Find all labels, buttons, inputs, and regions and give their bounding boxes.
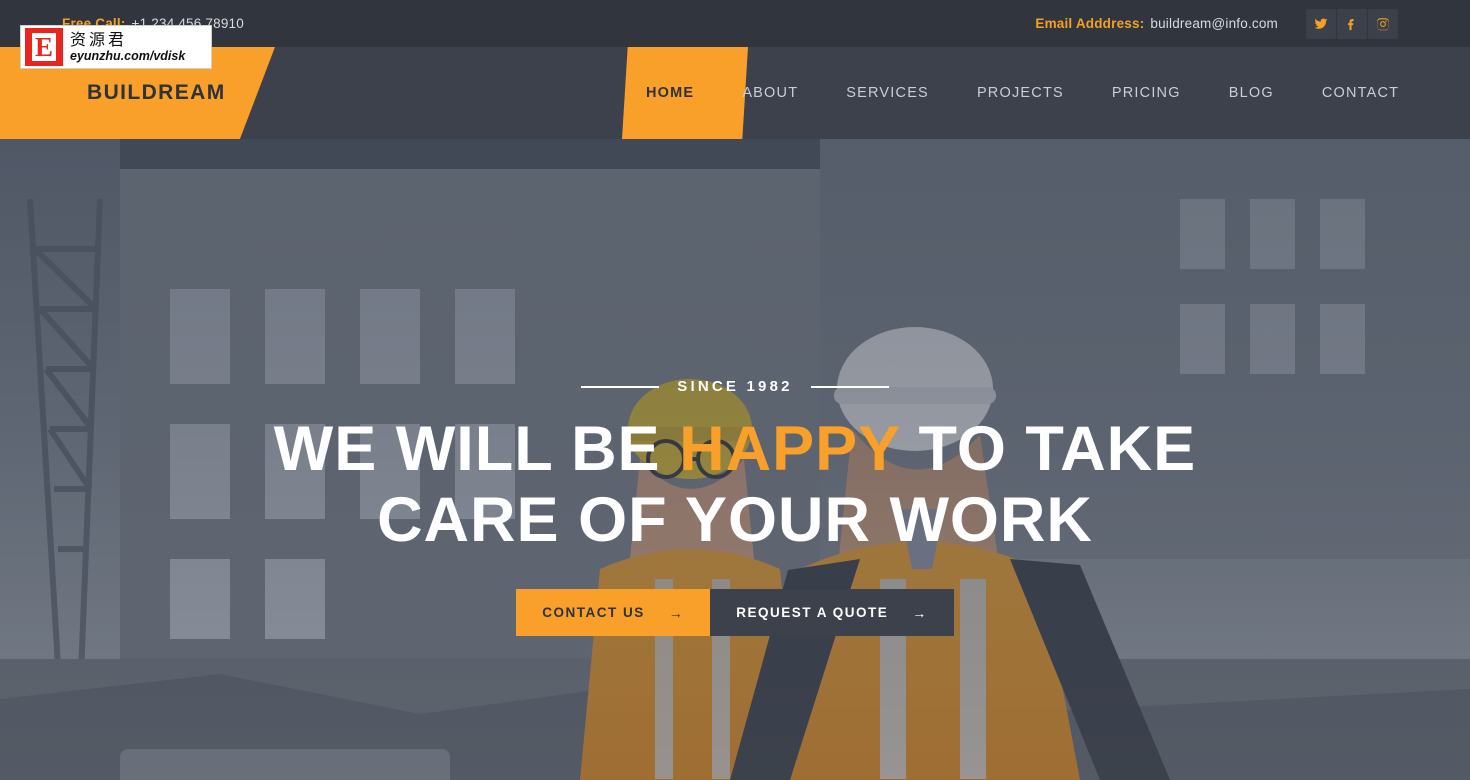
hero-eyebrow: SINCE 1982 [581, 378, 889, 395]
hero-cta-group: CONTACT US → REQUEST A QUOTE → [516, 589, 954, 636]
hero-heading-line2: CARE OF YOUR WORK [377, 485, 1093, 555]
hero-section: SINCE 1982 WE WILL BE HAPPY TO TAKE CARE… [0, 139, 1470, 780]
arrow-right-icon: → [668, 604, 685, 621]
hero-heading-accent: HAPPY [679, 414, 901, 484]
arrow-right-icon: → [912, 604, 928, 621]
nav-item-projects[interactable]: PROJECTS [953, 47, 1088, 139]
email-block: Email Adddress: buildream@info.com [1035, 16, 1278, 31]
watermark-overlay: E 资源君 eyunzhu.com/vdisk [20, 25, 212, 69]
site-logo-text: BUILDREAM [87, 81, 226, 104]
nav-item-blog[interactable]: BLOG [1205, 47, 1298, 139]
hero-content: SINCE 1982 WE WILL BE HAPPY TO TAKE CARE… [0, 139, 1470, 780]
nav-item-pricing[interactable]: PRICING [1088, 47, 1205, 139]
eyebrow-line-right [810, 385, 889, 388]
email-address[interactable]: buildream@info.com [1150, 16, 1278, 31]
contact-us-label: CONTACT US [542, 605, 645, 620]
webpage: Free Call: +1 234 456 78910 Email Adddre… [0, 0, 1470, 780]
watermark-logo-icon: E [25, 28, 63, 66]
hero-heading: WE WILL BE HAPPY TO TAKE CARE OF YOUR WO… [274, 414, 1196, 556]
social-links [1306, 8, 1398, 39]
instagram-icon[interactable] [1368, 8, 1398, 39]
nav-menu: HOME ABOUT SERVICES PROJECTS PRICING BLO… [622, 47, 1423, 139]
request-quote-button[interactable]: REQUEST A QUOTE → [710, 589, 954, 636]
watermark-logo-letter: E [32, 32, 56, 62]
hero-heading-part1: WE WILL BE [273, 414, 680, 484]
top-info-bar: Free Call: +1 234 456 78910 Email Adddre… [0, 0, 1470, 47]
email-label: Email Adddress: [1035, 16, 1145, 31]
request-quote-label: REQUEST A QUOTE [736, 605, 889, 620]
nav-item-contact[interactable]: CONTACT [1298, 47, 1423, 139]
contact-us-button[interactable]: CONTACT US → [516, 589, 711, 636]
hero-heading-part2: TO TAKE [900, 414, 1197, 484]
hero-eyebrow-text: SINCE 1982 [677, 378, 793, 395]
twitter-icon[interactable] [1306, 8, 1336, 39]
facebook-icon[interactable] [1337, 8, 1367, 39]
eyebrow-line-left [581, 385, 660, 388]
watermark-chinese-text: 资源君 [70, 29, 128, 49]
topbar-right-group: Email Adddress: buildream@info.com [1035, 0, 1470, 47]
nav-item-about[interactable]: ABOUT [718, 47, 822, 139]
nav-item-services[interactable]: SERVICES [822, 47, 953, 139]
nav-item-home[interactable]: HOME [622, 47, 718, 139]
watermark-text-group: 资源君 eyunzhu.com/vdisk [70, 29, 186, 64]
watermark-url: eyunzhu.com/vdisk [70, 48, 186, 63]
